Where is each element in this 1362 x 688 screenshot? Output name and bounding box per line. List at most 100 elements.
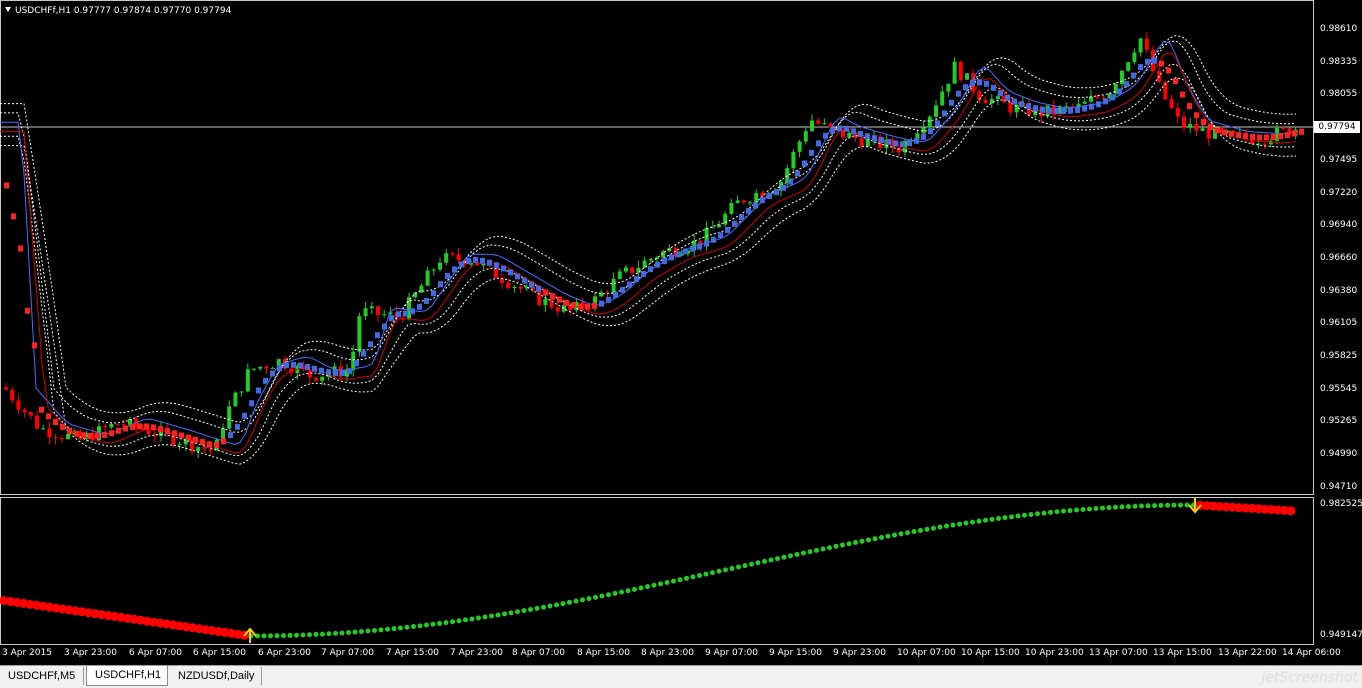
trend-ribbon-segment [340, 370, 345, 377]
trend-ribbon-segment [1033, 105, 1038, 112]
trend-ribbon-segment [95, 432, 100, 439]
oscillator-dot [970, 519, 975, 525]
trend-ribbon-segment [151, 424, 156, 431]
oscillator-dot [1100, 505, 1105, 511]
oscillator-dot [716, 568, 722, 574]
oscillator-dot [1041, 510, 1047, 516]
trend-ribbon-segment [501, 265, 506, 272]
trend-ribbon-segment [1110, 94, 1115, 101]
trend-ribbon-segment [312, 365, 317, 372]
trend-ribbon-segment [564, 299, 569, 306]
oscillator-dot [1015, 513, 1021, 519]
oscillator-dot [1184, 502, 1190, 508]
trend-ribbon-segment [326, 369, 331, 376]
candle-body [4, 387, 8, 390]
oscillator-dot [1152, 503, 1157, 509]
trend-ribbon-segment [809, 149, 814, 156]
candle-body [196, 447, 201, 452]
trend-ribbon-segment [795, 170, 800, 177]
oscillator-dot [606, 592, 611, 598]
oscillator-dot [352, 629, 358, 635]
oscillator-dot [983, 517, 988, 523]
candle-body [816, 120, 821, 124]
trend-ribbon-segment [361, 350, 366, 357]
upper-band-line [0, 40, 1297, 433]
candle-body [996, 96, 1000, 100]
candle-body [748, 202, 752, 204]
candle-body [1101, 97, 1106, 99]
oscillator-dot [638, 585, 644, 591]
trend-ribbon-segment [746, 207, 751, 214]
candle-body [357, 316, 362, 352]
oscillator-dot [710, 570, 715, 576]
oscillator-dot [547, 603, 553, 609]
oscillator-dot [320, 631, 325, 637]
trend-ribbon-segment [347, 368, 352, 375]
candle-body [1188, 124, 1193, 128]
trend-ribbon-segment [172, 430, 177, 437]
candle-body [896, 147, 901, 153]
oscillator-dot [313, 631, 319, 637]
trend-ribbon-segment [830, 127, 835, 134]
oscillator-dot [346, 630, 351, 636]
trend-ribbon-segment [536, 285, 541, 292]
candle-body [965, 73, 969, 80]
oscillator-dot [866, 537, 871, 543]
price-axis: 0.986100.983350.980550.977750.974950.972… [1314, 0, 1362, 645]
trend-ribbon-segment [207, 441, 212, 448]
oscillator-dot [586, 596, 592, 602]
oscillator-dot [749, 561, 754, 567]
price-label: 0.94990 [1320, 449, 1358, 460]
tab-usdchf-h1[interactable]: USDCHFf,H1 [86, 666, 168, 686]
trend-ribbon-segment [998, 90, 1003, 97]
oscillator-dot [898, 531, 904, 537]
oscillator-dot [411, 624, 416, 630]
oscillator-dot [554, 602, 559, 608]
candle-body [723, 213, 728, 225]
trend-ribbon-segment [305, 363, 310, 370]
oscillator-dot [443, 620, 449, 626]
candle-body [506, 282, 511, 288]
trend-ribbon-segment [1201, 118, 1206, 125]
oscillator-dot [690, 574, 696, 580]
trend-ribbon-segment [214, 441, 219, 448]
candle-body [382, 314, 387, 316]
trend-ribbon-segment [1005, 94, 1010, 101]
trend-ribbon-segment [1180, 91, 1185, 98]
trend-ribbon-segment [529, 281, 534, 288]
trend-ribbon-segment [1194, 112, 1199, 119]
oscillator-dot [833, 543, 839, 549]
candle-body [419, 285, 424, 293]
oscillator-dot [853, 539, 858, 545]
candle-body [1082, 101, 1087, 104]
price-label: 0.97220 [1320, 187, 1358, 198]
oscillator-dot [1178, 502, 1183, 508]
trend-ribbon-segment [277, 365, 282, 372]
candle-body [1200, 128, 1205, 131]
candle-body [146, 429, 151, 435]
oscillator-dot [339, 630, 345, 636]
candle-body [16, 400, 21, 410]
trend-ribbon-segment [291, 361, 296, 368]
tab-nzdusd-daily[interactable]: NZDUSDf,Daily [170, 667, 262, 685]
trend-ribbon-segment [837, 125, 842, 132]
oscillator-dot [502, 611, 507, 617]
trend-ribbon-segment [1187, 103, 1192, 110]
chart-canvas[interactable] [0, 0, 1314, 645]
candle-body [233, 392, 238, 407]
trend-ribbon-segment [11, 213, 16, 220]
candle-body [555, 307, 560, 312]
candle-body [859, 137, 864, 147]
candle-body [983, 100, 988, 104]
trend-ribbon-segment [1271, 134, 1276, 141]
candle-body [648, 258, 653, 261]
trend-ribbon-segment [102, 431, 107, 438]
oscillator-dot [365, 628, 371, 634]
trend-ribbon-segment [319, 367, 324, 374]
trend-ribbon-segment [1299, 128, 1304, 135]
trend-ribbon-segment [1173, 78, 1178, 85]
trend-ribbon-segment [1222, 129, 1227, 136]
time-label: 13 Apr 07:00 [1089, 648, 1148, 658]
tab-usdchf-m5[interactable]: USDCHFf,M5 [0, 667, 84, 685]
trend-ribbon-segment [368, 341, 373, 348]
